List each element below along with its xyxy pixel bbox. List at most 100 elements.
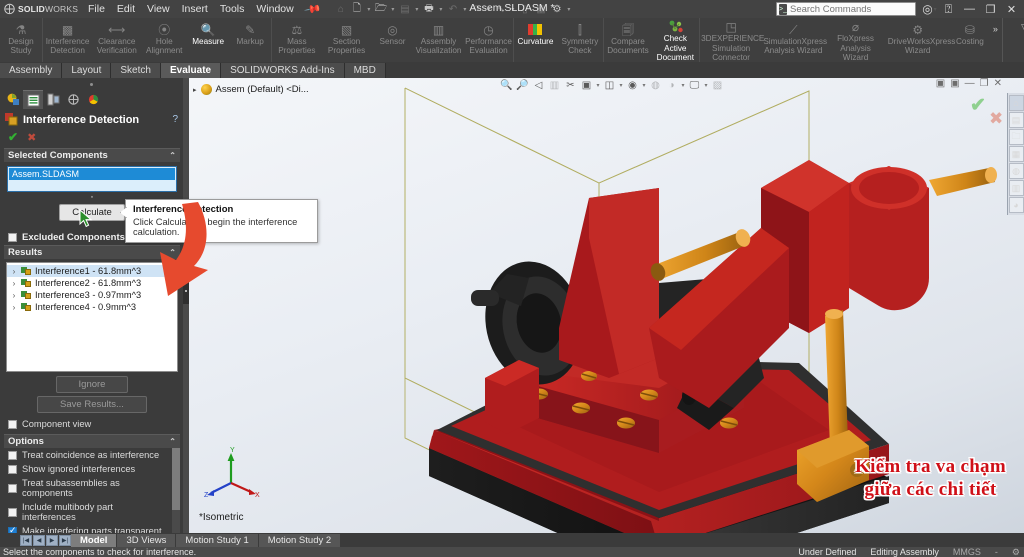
section-header-selected-components[interactable]: Selected Components ⌃ bbox=[4, 148, 180, 162]
ribbon-button-check-active-document[interactable]: Check Active Document bbox=[652, 18, 699, 62]
tab-assembly[interactable]: Assembly bbox=[0, 63, 63, 78]
option-checkbox[interactable] bbox=[8, 507, 17, 517]
ribbon-button-curvature[interactable]: Curvature bbox=[514, 18, 556, 62]
bottom-tab-motion-study-2[interactable]: Motion Study 2 bbox=[258, 533, 342, 547]
3dexperience-home-icon[interactable]: ⌂ bbox=[1008, 95, 1024, 111]
rebuild-icon[interactable]: ▯ bbox=[517, 2, 532, 17]
section-header-options[interactable]: Options ⌃ bbox=[4, 434, 180, 448]
option-include-multibody[interactable]: Include multibody part interferences bbox=[4, 500, 171, 524]
expand-chevron-icon[interactable]: › bbox=[10, 267, 18, 276]
bottom-tab-motion-study-1[interactable]: Motion Study 1 bbox=[176, 533, 259, 547]
list-item[interactable]: › Interference2 - 61.8mm^3 bbox=[7, 277, 177, 289]
ribbon-button-assembly-visualization[interactable]: ▥ Assembly Visualization bbox=[414, 18, 464, 62]
open-document-icon[interactable]: 🗁 bbox=[373, 2, 388, 17]
panel-collapse-handle[interactable] bbox=[0, 78, 183, 90]
ribbon-button-symmetry-check[interactable]: ⫿ Symmetry Check bbox=[556, 18, 603, 62]
component-view-checkbox[interactable] bbox=[8, 419, 17, 429]
ribbon-button-clearance-verification[interactable]: ⟷ Clearance Verification bbox=[92, 18, 141, 62]
minimize-button[interactable]: — bbox=[960, 1, 979, 17]
display-manager-tab[interactable] bbox=[83, 90, 103, 109]
redo-icon[interactable]: ↷ bbox=[469, 2, 484, 17]
units-settings-icon[interactable]: ⚙ bbox=[1012, 547, 1020, 557]
option-checkbox[interactable] bbox=[8, 464, 17, 474]
options-scrollbar[interactable] bbox=[172, 448, 180, 546]
close-button[interactable]: ✕ bbox=[1002, 1, 1021, 17]
menu-item-insert[interactable]: Insert bbox=[176, 1, 214, 17]
graphics-viewport[interactable]: ▸ Assem (Default) <Di... 🔍 🔎 ◁ ▥ ✂ ▣ ▾ ◫… bbox=[189, 78, 1024, 535]
ribbon-button-design-study[interactable]: ⚗ Design Study bbox=[0, 18, 42, 62]
account-icon[interactable]: ◎ bbox=[918, 1, 937, 17]
ribbon-button-measure[interactable]: 🔍 Measure bbox=[187, 18, 229, 62]
undo-icon[interactable]: ↶ bbox=[445, 2, 460, 17]
scrollbar-thumb[interactable] bbox=[172, 448, 180, 510]
restore-button[interactable]: ❐ bbox=[981, 1, 1000, 17]
ribbon-button-driveworksxpress[interactable]: ⚙ DriveWorksXpress Wizard bbox=[887, 18, 956, 62]
bottom-tab-3d-views[interactable]: 3D Views bbox=[117, 533, 177, 547]
option-checkbox[interactable] bbox=[8, 483, 17, 493]
appearances-scenes-icon[interactable]: ◍ bbox=[1008, 163, 1024, 179]
ribbon-button-floxpress[interactable]: ⌀ FloXpress Analysis Wizard bbox=[824, 18, 886, 62]
tab-sketch[interactable]: Sketch bbox=[111, 63, 161, 78]
option-treat-subassemblies[interactable]: Treat subassemblies as components bbox=[4, 476, 171, 500]
list-item[interactable]: › Interference3 - 0.97mm^3 bbox=[7, 289, 177, 301]
search-commands-box[interactable]: >_ ⌕ ▾ bbox=[776, 2, 937, 16]
select-icon[interactable]: ⬉ bbox=[493, 2, 508, 17]
selected-component-item[interactable]: Assem.SLDASM bbox=[9, 168, 175, 180]
chevron-up-icon[interactable]: ⌃ bbox=[169, 151, 176, 160]
design-library-icon[interactable]: ▤ bbox=[1008, 112, 1024, 128]
open-document-chevron-icon[interactable]: ▾ bbox=[389, 6, 396, 13]
search-input[interactable] bbox=[789, 3, 922, 15]
ribbon-button-compare-documents[interactable]: 🗐 Compare Documents bbox=[604, 18, 651, 62]
component-view-row[interactable]: Component view bbox=[4, 417, 180, 431]
ribbon-button-section-properties[interactable]: ▧ Section Properties bbox=[322, 18, 372, 62]
expand-chevron-icon[interactable]: › bbox=[10, 279, 18, 288]
home-icon[interactable]: ⌂ bbox=[333, 2, 348, 17]
ribbon-button-simulationxpress[interactable]: ⟋ SimulationXpress Analysis Wizard bbox=[762, 18, 827, 62]
ribbon-button-sensor[interactable]: ◎ Sensor bbox=[372, 18, 414, 62]
new-document-chevron-icon[interactable]: ▾ bbox=[365, 6, 372, 13]
feature-manager-tab[interactable] bbox=[3, 90, 23, 109]
status-units[interactable]: MMGS bbox=[953, 547, 981, 557]
red-x-icon[interactable]: ✖ bbox=[27, 131, 36, 144]
ribbon-button-mass-properties[interactable]: ⚖ Mass Properties bbox=[272, 18, 321, 62]
ribbon-button-performance-evaluation[interactable]: ◷ Performance Evaluation bbox=[464, 18, 514, 62]
menu-item-edit[interactable]: Edit bbox=[111, 1, 141, 17]
chevron-up-icon[interactable]: ⌃ bbox=[169, 437, 176, 446]
save-chevron-icon[interactable]: ▾ bbox=[413, 6, 420, 13]
file-properties-icon[interactable]: ▦ bbox=[533, 2, 548, 17]
select-chevron-icon[interactable]: ▾ bbox=[509, 6, 516, 13]
undo-chevron-icon[interactable]: ▾ bbox=[461, 6, 468, 13]
new-document-icon[interactable]: 🗋 bbox=[349, 2, 364, 17]
dimxpert-manager-tab[interactable] bbox=[63, 90, 83, 109]
chevron-up-icon[interactable]: ⌃ bbox=[169, 248, 176, 257]
list-item[interactable]: › Interference4 - 0.9mm^3 bbox=[7, 301, 177, 313]
expand-chevron-icon[interactable]: › bbox=[10, 303, 18, 312]
option-show-ignored[interactable]: Show ignored interferences bbox=[4, 462, 171, 476]
print-chevron-icon[interactable]: ▾ bbox=[437, 6, 444, 13]
property-manager-tab[interactable] bbox=[23, 90, 43, 109]
file-explorer-icon[interactable]: 🗀 bbox=[1008, 129, 1024, 145]
options-chevron-icon[interactable]: ▾ bbox=[565, 6, 572, 13]
results-list[interactable]: › Interference1 - 61.8mm^3 › Interferenc… bbox=[6, 262, 178, 372]
double-chevron-right-icon[interactable]: » bbox=[991, 18, 1002, 34]
selected-components-listbox[interactable]: Assem.SLDASM bbox=[7, 166, 177, 192]
last-tab-button[interactable]: ▶| bbox=[59, 534, 71, 546]
ribbon-button-hole-alignment[interactable]: ⦿ Hole Alignment bbox=[141, 18, 187, 62]
ribbon-button-costing[interactable]: ⛁ Costing bbox=[949, 18, 991, 62]
tab-evaluate[interactable]: Evaluate bbox=[160, 63, 222, 78]
option-checkbox[interactable] bbox=[8, 450, 17, 460]
option-treat-coincidence[interactable]: Treat coincidence as interference bbox=[4, 448, 171, 462]
green-check-icon[interactable]: ✔ bbox=[8, 130, 18, 144]
ribbon-button-interference-detection[interactable]: ▩ Interference Detection bbox=[43, 18, 92, 62]
tab-mbd[interactable]: MBD bbox=[344, 63, 386, 78]
options-gear-icon[interactable]: ⚙ bbox=[549, 2, 564, 17]
tab-solidworks-add-ins[interactable]: SOLIDWORKS Add-Ins bbox=[221, 63, 345, 78]
menu-item-window[interactable]: Window bbox=[250, 1, 299, 17]
ignore-button[interactable]: Ignore bbox=[55, 376, 129, 393]
expand-chevron-icon[interactable]: › bbox=[10, 291, 18, 300]
first-tab-button[interactable]: |◀ bbox=[20, 534, 32, 546]
custom-properties-icon[interactable]: ▥ bbox=[1008, 180, 1024, 196]
next-tab-button[interactable]: ▶ bbox=[46, 534, 58, 546]
redo-chevron-icon[interactable]: ▾ bbox=[485, 6, 492, 13]
bottom-tab-model[interactable]: Model bbox=[71, 533, 118, 547]
